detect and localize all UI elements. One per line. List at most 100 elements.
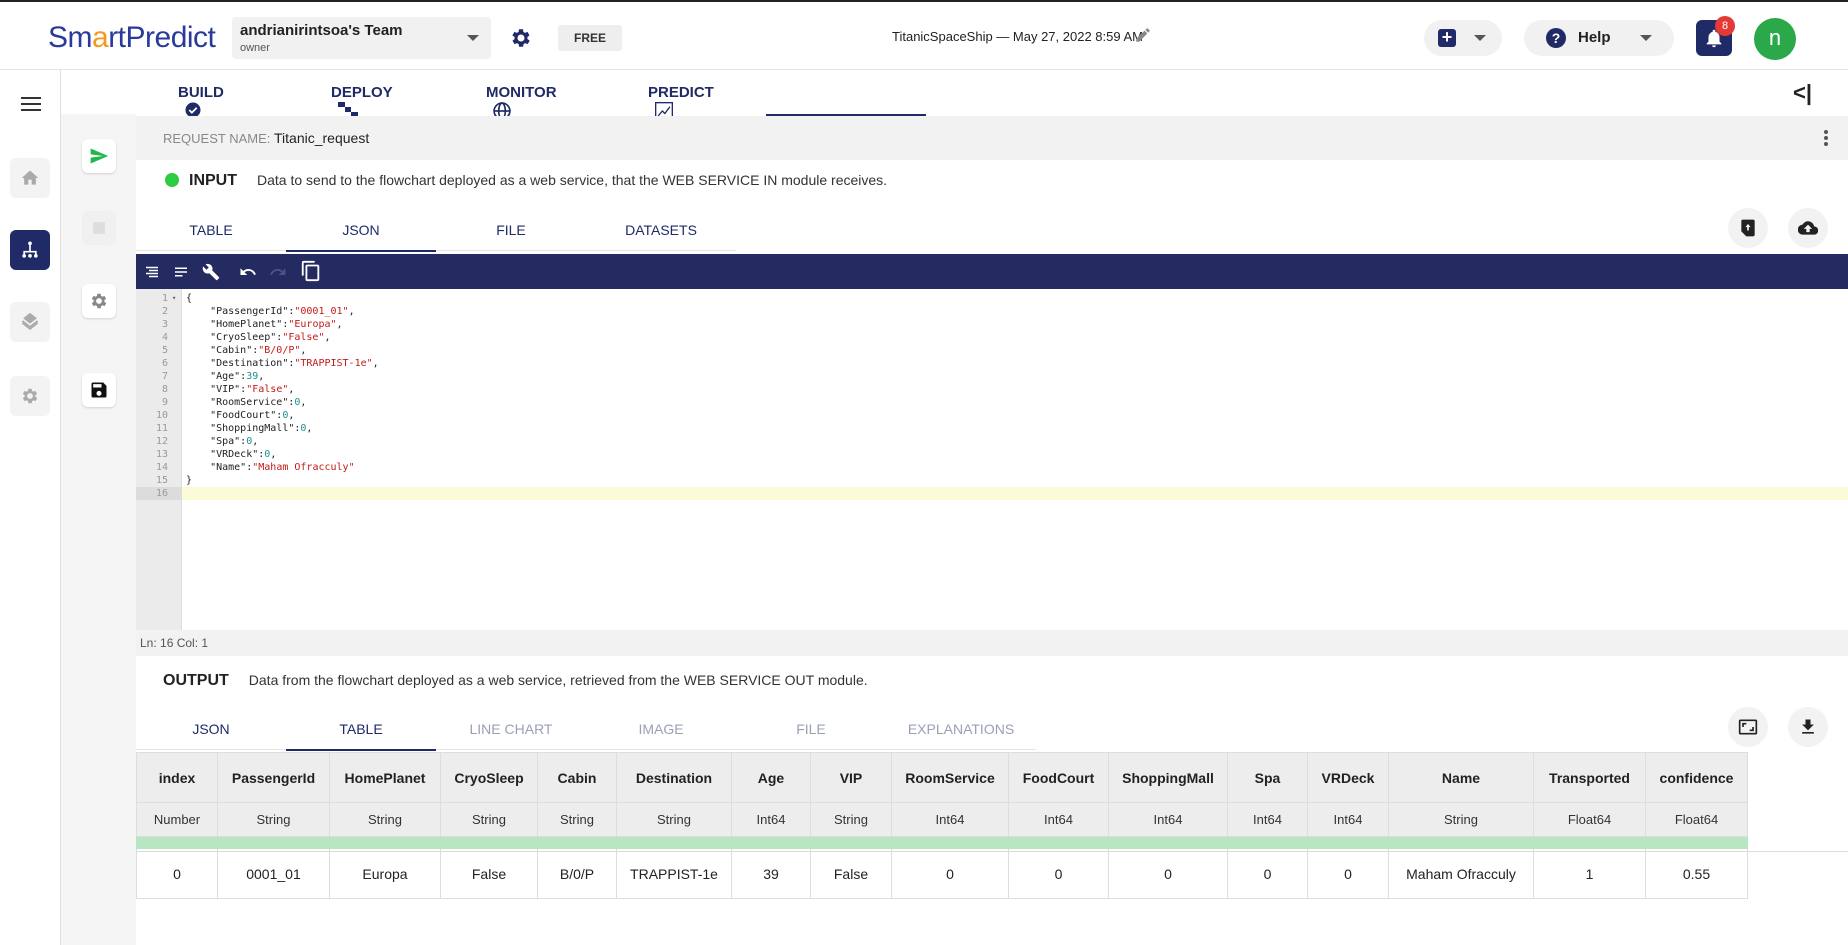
column-header[interactable]: FoodCourt bbox=[1008, 752, 1109, 803]
column-type: Int64 bbox=[1108, 802, 1228, 837]
compact-icon[interactable] bbox=[172, 263, 190, 281]
help-menu-button[interactable]: ? Help bbox=[1524, 20, 1674, 56]
output-tab-image[interactable]: IMAGE bbox=[586, 707, 736, 751]
column-header[interactable]: VRDeck bbox=[1307, 752, 1389, 803]
plus-icon: + bbox=[1438, 28, 1456, 47]
smartpredict-logo[interactable]: SmartPredict bbox=[48, 21, 216, 55]
column-header[interactable]: HomePlanet bbox=[329, 752, 441, 803]
tab-predict-label: PREDICT bbox=[648, 84, 714, 101]
code-line[interactable]: 12 "Spa":0, bbox=[136, 435, 1848, 448]
input-tab-table[interactable]: TABLE bbox=[136, 208, 286, 252]
upload-file-button[interactable] bbox=[1728, 208, 1768, 248]
code-line[interactable]: 1 ▾ { bbox=[136, 292, 1848, 305]
code-line[interactable]: 13 "VRDeck":0, bbox=[136, 448, 1848, 461]
column-header[interactable]: Transported bbox=[1533, 752, 1646, 803]
column-header[interactable]: confidence bbox=[1645, 752, 1748, 803]
column-header[interactable]: Name bbox=[1388, 752, 1534, 803]
input-tab-json[interactable]: JSON bbox=[286, 208, 436, 252]
output-tab-line-chart[interactable]: LINE CHART bbox=[436, 707, 586, 751]
code-text: "PassengerId":"0001_01", bbox=[186, 306, 355, 317]
collapse-panel-icon[interactable]: <| bbox=[1793, 80, 1812, 106]
redo-icon bbox=[270, 268, 286, 275]
nav-datasets[interactable] bbox=[10, 302, 50, 342]
table-cell: Maham Ofracculy bbox=[1388, 848, 1534, 899]
download-icon bbox=[1802, 719, 1814, 734]
code-text: "FoodCourt":0, bbox=[186, 410, 295, 421]
code-text: { bbox=[186, 293, 193, 304]
column-header[interactable]: RoomService bbox=[891, 752, 1009, 803]
cloud-upload-button[interactable] bbox=[1788, 208, 1828, 248]
input-tab-file[interactable]: FILE bbox=[436, 208, 586, 252]
pencil-icon[interactable] bbox=[1134, 26, 1152, 44]
request-settings-button[interactable] bbox=[82, 284, 116, 318]
editor-toolbar bbox=[136, 254, 1848, 289]
code-line[interactable]: 2 "PassengerId":"0001_01", bbox=[136, 305, 1848, 318]
column-header[interactable]: ShoppingMall bbox=[1108, 752, 1228, 803]
input-tab-datasets[interactable]: DATASETS bbox=[586, 208, 736, 252]
format-icon[interactable] bbox=[143, 263, 161, 281]
column-header[interactable]: Cabin bbox=[537, 752, 617, 803]
nav-home[interactable] bbox=[10, 158, 50, 198]
wrench-icon[interactable] bbox=[202, 263, 220, 281]
column-header[interactable]: Destination bbox=[616, 752, 732, 803]
tab-monitor[interactable]: MONITOR bbox=[486, 70, 557, 120]
column-header[interactable]: CryoSleep bbox=[440, 752, 538, 803]
output-tab-table[interactable]: TABLE bbox=[286, 707, 436, 751]
code-line[interactable]: 4 "CryoSleep":"False", bbox=[136, 331, 1848, 344]
column-header[interactable]: VIP bbox=[810, 752, 892, 803]
user-avatar[interactable]: n bbox=[1754, 18, 1796, 60]
layers-icon bbox=[21, 312, 39, 330]
line-number: 5 bbox=[161, 345, 168, 356]
request-name[interactable]: Titanic_request bbox=[274, 130, 369, 146]
request-tool-column bbox=[61, 114, 136, 945]
code-line[interactable]: 5 "Cabin":"B/0/P", bbox=[136, 344, 1848, 357]
code-line[interactable]: 3 "HomePlanet":"Europa", bbox=[136, 318, 1848, 331]
column-header[interactable]: Spa bbox=[1227, 752, 1308, 803]
fullscreen-button[interactable] bbox=[1728, 707, 1768, 747]
team-selector[interactable]: andrianirintsoa's Team owner bbox=[232, 17, 491, 59]
code-line[interactable]: 15} bbox=[136, 474, 1848, 487]
line-number: 4 bbox=[161, 332, 168, 343]
code-line[interactable]: 7 "Age":39, bbox=[136, 370, 1848, 383]
fold-arrow-icon[interactable]: ▾ bbox=[172, 292, 176, 305]
column-type: Int64 bbox=[731, 802, 811, 837]
table-header-row: index PassengerId HomePlanet CryoSleep Cabin… bbox=[136, 752, 1748, 803]
column-header[interactable]: Age bbox=[731, 752, 811, 803]
table-row: 0 0001_01 Europa False B/0/P TRAPPIST-1e 39 Fal… bbox=[136, 848, 1748, 899]
code-line[interactable]: 14 "Name":"Maham Ofracculy" bbox=[136, 461, 1848, 474]
tab-deploy-label: DEPLOY bbox=[331, 84, 393, 101]
stop-button[interactable] bbox=[82, 211, 116, 245]
table-cell: 0.55 bbox=[1645, 848, 1748, 899]
json-editor[interactable]: 1 ▾{2 "PassengerId":"0001_01", 3 "HomePlan… bbox=[136, 289, 1848, 630]
column-type: Number bbox=[136, 802, 218, 837]
nav-settings[interactable] bbox=[10, 376, 50, 416]
nav-flowchart[interactable] bbox=[10, 230, 50, 270]
output-tab-json[interactable]: JSON bbox=[136, 707, 286, 751]
code-line[interactable]: 6 "Destination":"TRAPPIST-1e", bbox=[136, 357, 1848, 370]
tab-predict[interactable]: PREDICT bbox=[648, 70, 714, 120]
column-type: String bbox=[616, 802, 732, 837]
copy-icon[interactable] bbox=[300, 260, 322, 282]
code-line[interactable]: 9 "RoomService":0, bbox=[136, 396, 1848, 409]
output-tab-file[interactable]: FILE bbox=[736, 707, 886, 751]
gear-icon[interactable] bbox=[509, 26, 533, 50]
column-header[interactable]: PassengerId bbox=[217, 752, 330, 803]
column-header[interactable]: index bbox=[136, 752, 218, 803]
code-line[interactable]: 10 "FoodCourt":0, bbox=[136, 409, 1848, 422]
hamburger-menu-icon[interactable] bbox=[21, 97, 41, 113]
undo-icon[interactable] bbox=[239, 263, 257, 281]
help-label: Help bbox=[1578, 29, 1611, 46]
code-line[interactable]: 16 bbox=[136, 487, 1848, 500]
save-request-button[interactable] bbox=[82, 373, 116, 407]
code-line[interactable]: 11 "ShoppingMall":0, bbox=[136, 422, 1848, 435]
output-tab-explanations[interactable]: EXPLANATIONS bbox=[886, 707, 1036, 751]
send-request-button[interactable] bbox=[82, 139, 116, 173]
table-cell: TRAPPIST-1e bbox=[616, 848, 732, 899]
add-menu-button[interactable]: + bbox=[1424, 20, 1502, 56]
column-type: String bbox=[440, 802, 538, 837]
download-button[interactable] bbox=[1788, 707, 1828, 747]
tab-build[interactable]: BUILD bbox=[178, 70, 224, 118]
more-options-icon[interactable] bbox=[1824, 130, 1828, 146]
code-line[interactable]: 8 "VIP":"False", bbox=[136, 383, 1848, 396]
tab-deploy[interactable]: DEPLOY bbox=[331, 70, 393, 118]
